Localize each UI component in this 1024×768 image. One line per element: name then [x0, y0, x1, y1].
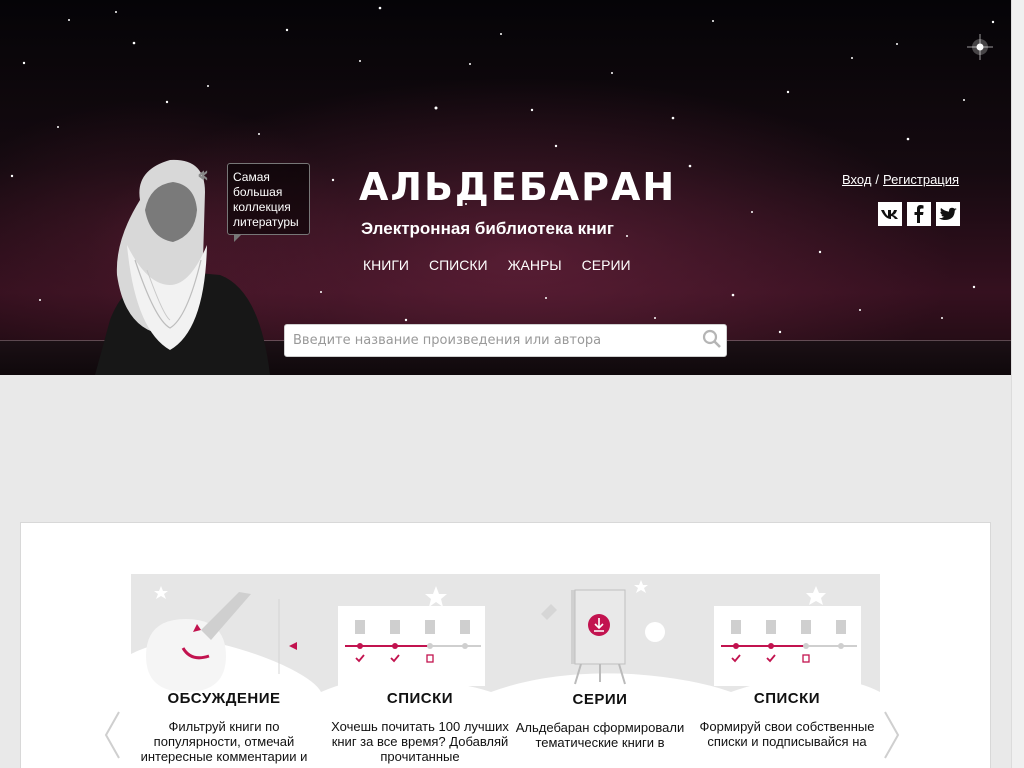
auth-separator: / — [875, 172, 880, 187]
search-icon[interactable] — [702, 329, 722, 349]
register-link[interactable]: Регистрация — [883, 172, 959, 187]
feature-lists-own: СПИСКИ Формируй свои собственные списки … — [697, 690, 877, 749]
nav-item-lists[interactable]: СПИСКИ — [429, 257, 488, 273]
carousel-next-arrow[interactable] — [882, 710, 902, 760]
social-links — [878, 202, 960, 226]
feature-series: СЕРИИ Альдебаран сформировали тематическ… — [510, 691, 690, 750]
feature-title: СЕРИИ — [572, 691, 628, 708]
main-nav: КНИГИ СПИСКИ ЖАНРЫ СЕРИИ — [363, 257, 631, 273]
slogan-bubble: Самая большая коллекция литературы — [227, 163, 310, 242]
feature-text: Альдебаран сформировали тематические кни… — [515, 720, 685, 750]
facebook-icon[interactable] — [907, 202, 931, 226]
carousel-prev-arrow[interactable] — [102, 710, 122, 760]
search-input[interactable] — [293, 325, 693, 356]
feature-title: ОБСУЖДЕНИЕ — [167, 690, 281, 707]
nav-item-genres[interactable]: ЖАНРЫ — [508, 257, 562, 273]
auth-links: Вход / Регистрация — [842, 172, 959, 187]
feature-text: Фильтруй книги по популярности, отмечай … — [140, 719, 308, 764]
feature-title: СПИСКИ — [753, 690, 821, 707]
login-link[interactable]: Вход — [842, 172, 871, 187]
page-scrollbar[interactable] — [1011, 0, 1024, 768]
search-box — [284, 324, 727, 357]
feature-text: Хочешь почитать 100 лучших книг за все в… — [331, 719, 509, 764]
feature-lists: СПИСКИ Хочешь почитать 100 лучших книг з… — [330, 690, 510, 764]
feature-discussion: ОБСУЖДЕНИЕ Фильтруй книги по популярност… — [134, 690, 314, 764]
nav-item-series[interactable]: СЕРИИ — [582, 257, 631, 273]
feature-title: СПИСКИ — [386, 690, 454, 707]
twitter-icon[interactable] — [936, 202, 960, 226]
nav-item-books[interactable]: КНИГИ — [363, 257, 409, 273]
vk-icon[interactable] — [878, 202, 902, 226]
chevron-left-double-icon: ‹‹ — [197, 163, 209, 188]
site-logo-title[interactable]: АЛЬДЕБАРАН — [359, 165, 676, 209]
features-illustration-strip — [131, 574, 880, 692]
site-subtitle: Электронная библиотека книг — [361, 219, 614, 238]
feature-text: Формируй свои собственные списки и подпи… — [699, 719, 875, 749]
